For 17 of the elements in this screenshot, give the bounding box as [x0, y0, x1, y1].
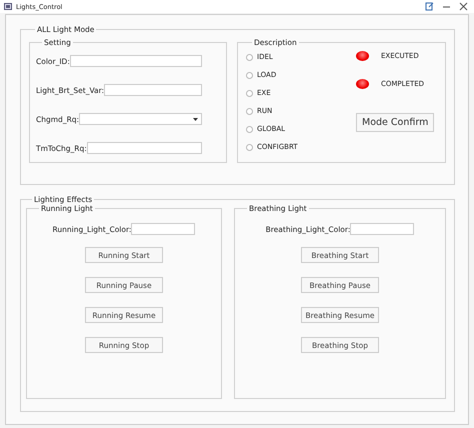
input-field[interactable] — [104, 84, 202, 96]
radio-button[interactable] — [246, 72, 253, 78]
dropdown[interactable] — [79, 113, 202, 125]
caret-icon — [193, 118, 198, 120]
close-icon[interactable] — [459, 2, 468, 11]
radio-button[interactable] — [246, 90, 253, 96]
restore-icon[interactable] — [425, 2, 434, 11]
app-icon — [4, 2, 12, 10]
input-field[interactable] — [350, 223, 414, 235]
input-field[interactable] — [131, 223, 196, 235]
input-field[interactable] — [86, 142, 202, 154]
radio-button[interactable] — [246, 144, 253, 150]
radio-button[interactable] — [246, 108, 253, 114]
input-field[interactable] — [70, 55, 202, 67]
radio-button[interactable] — [246, 54, 253, 60]
radio-button[interactable] — [246, 126, 253, 132]
mode-confirm-button[interactable]: Mode Confirm — [356, 113, 434, 132]
